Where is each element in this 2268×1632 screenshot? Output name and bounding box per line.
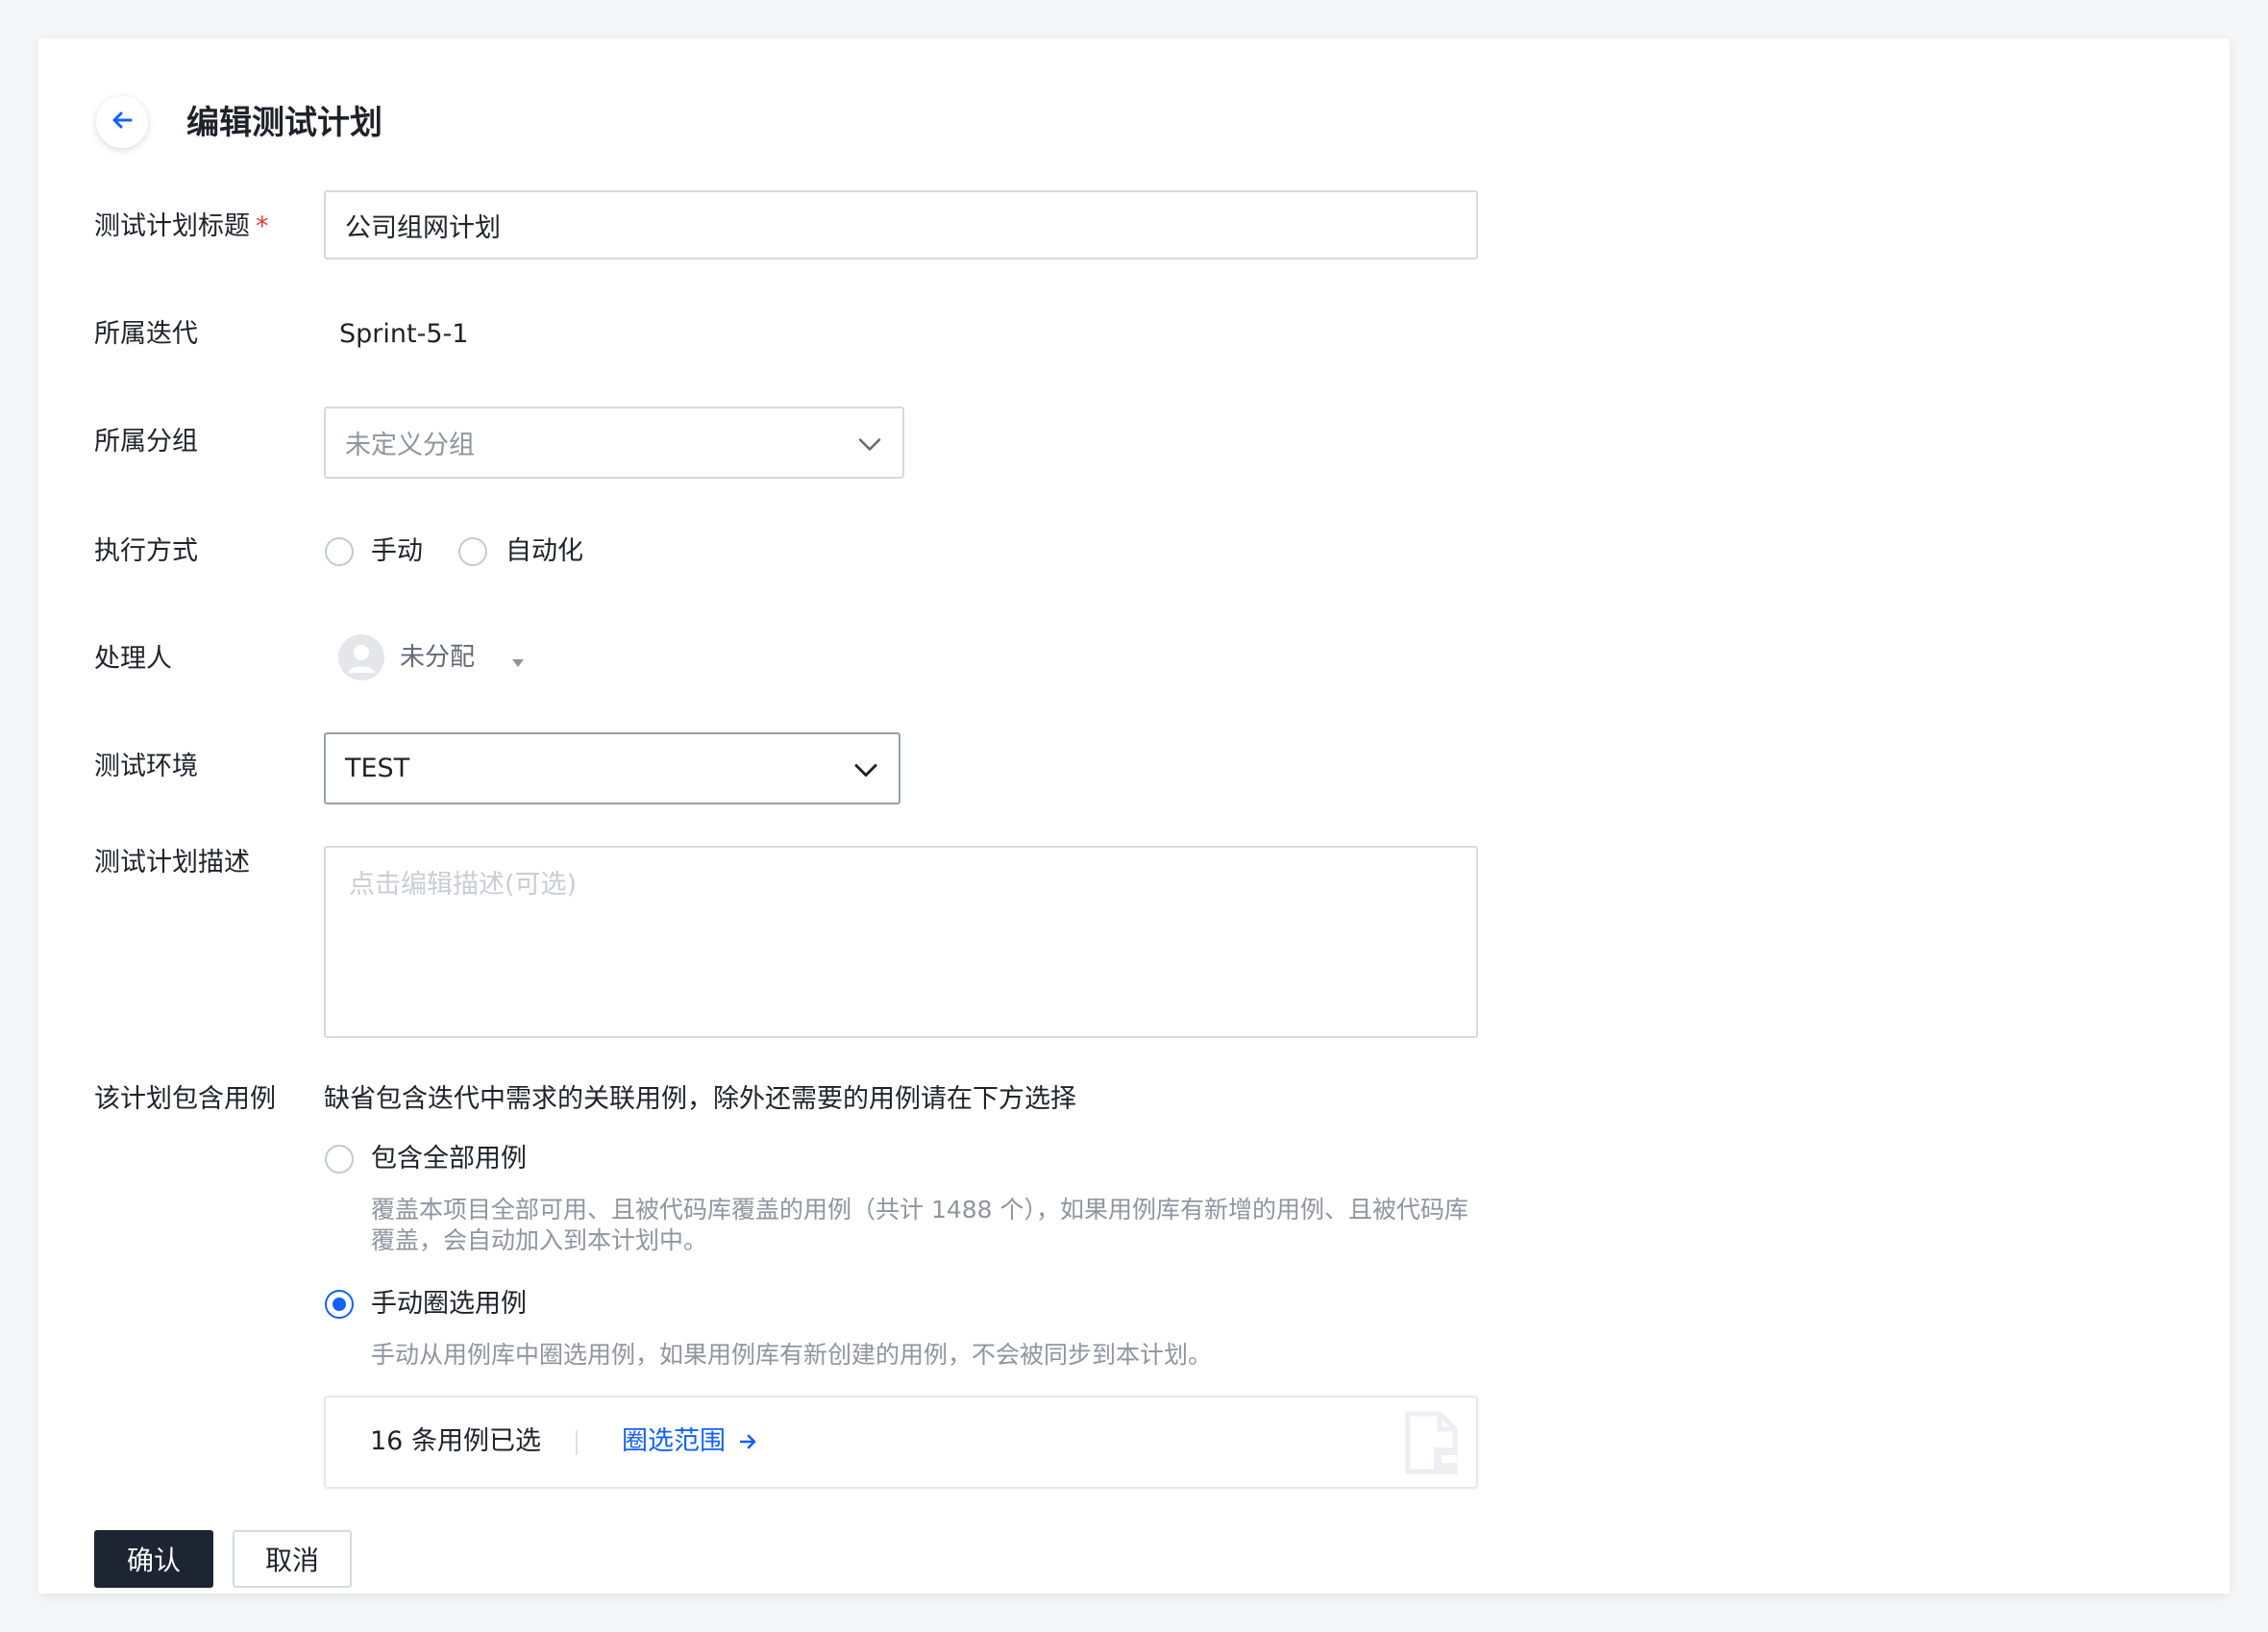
arrow-left-icon (111, 111, 133, 134)
env-select[interactable]: TEST (324, 732, 900, 804)
option-all-radio[interactable] (325, 1145, 354, 1174)
chevron-down-icon (858, 428, 881, 457)
document-icon (1405, 1411, 1461, 1478)
option-manual-desc: 手动从用例库中圈选用例，如果用例库有新创建的用例，不会被同步到本计划。 (371, 1341, 1213, 1369)
option-manual-radio[interactable] (325, 1290, 354, 1319)
group-select-value: 未定义分组 (345, 431, 475, 460)
select-range-link[interactable]: 圈选范围 (622, 1424, 757, 1459)
avatar (338, 634, 384, 684)
selected-count: 16 条用例已选 (370, 1426, 541, 1456)
exec-auto-label[interactable]: 自动化 (505, 534, 583, 569)
title-label: 测试计划标题 * (94, 210, 269, 244)
env-select-value: TEST (345, 754, 410, 783)
option-all-label[interactable]: 包含全部用例 (371, 1142, 527, 1176)
cases-hint: 缺省包含迭代中需求的关联用例，除外还需要的用例请在下方选择 (324, 1084, 1076, 1114)
required-mark: * (256, 211, 269, 241)
iteration-value: Sprint-5-1 (339, 319, 469, 349)
assignee-select[interactable]: 未分配 (338, 634, 627, 682)
assignee-value: 未分配 (400, 643, 476, 672)
env-label: 测试环境 (94, 752, 198, 781)
exec-auto-radio[interactable] (458, 537, 487, 566)
exec-manual-label[interactable]: 手动 (371, 534, 423, 569)
cancel-button[interactable]: 取消 (233, 1530, 352, 1588)
arrow-right-icon (739, 1426, 757, 1456)
option-manual-label[interactable]: 手动圈选用例 (371, 1287, 527, 1322)
confirm-button[interactable]: 确认 (94, 1530, 213, 1588)
chevron-down-icon (854, 754, 877, 783)
edit-plan-card: 编辑测试计划 测试计划标题 * 公司组网计划 所属迭代 Sprint-5-1 所属… (38, 38, 2230, 1594)
assignee-label: 处理人 (94, 644, 172, 674)
title-input-value: 公司组网计划 (345, 212, 501, 243)
caret-down-icon (511, 654, 525, 672)
desc-label: 测试计划描述 (94, 848, 250, 878)
group-select[interactable]: 未定义分组 (324, 407, 904, 479)
group-label: 所属分组 (94, 427, 198, 457)
exec-manual-radio[interactable] (325, 537, 354, 566)
title-input[interactable]: 公司组网计划 (324, 190, 1478, 260)
page-title: 编辑测试计划 (186, 104, 382, 142)
iteration-label: 所属迭代 (94, 319, 198, 349)
divider (576, 1430, 578, 1455)
select-range-text: 圈选范围 (622, 1426, 726, 1456)
desc-textarea[interactable] (324, 846, 1478, 1038)
exec-mode-label: 执行方式 (94, 536, 198, 566)
option-all-desc: 覆盖本项目全部可用、且被代码库覆盖的用例（共计 1488 个），如果用例库有新增… (371, 1196, 1469, 1254)
title-label-text: 测试计划标题 (94, 211, 250, 241)
back-button[interactable] (96, 96, 148, 148)
cases-label: 该计划包含用例 (94, 1084, 276, 1114)
selected-cases-panel: 16 条用例已选 圈选范围 (324, 1396, 1478, 1489)
